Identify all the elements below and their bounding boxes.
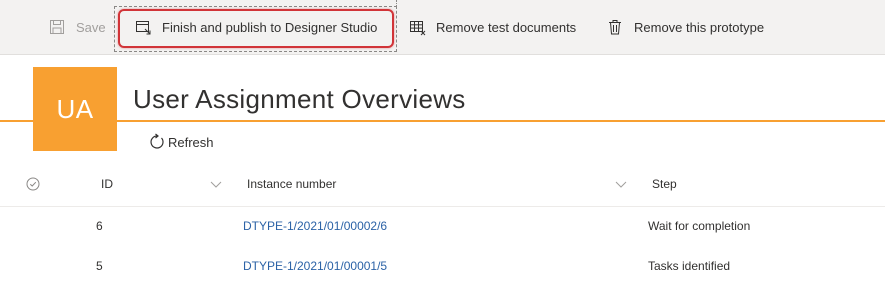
app-avatar: UA xyxy=(33,67,117,151)
header-accent-line xyxy=(0,120,885,122)
refresh-label: Refresh xyxy=(168,134,214,150)
command-bar: Save Finish and publish to Designer Stud… xyxy=(0,0,885,55)
column-header-step[interactable]: Step xyxy=(652,162,677,206)
refresh-button[interactable]: Refresh xyxy=(148,132,214,152)
remove-prototype-button[interactable]: Remove this prototype xyxy=(606,0,764,54)
row-step: Wait for completion xyxy=(648,219,751,233)
refresh-icon xyxy=(150,133,164,149)
finish-publish-label: Finish and publish to Designer Studio xyxy=(162,19,378,35)
remove-test-documents-button[interactable]: Remove test documents xyxy=(408,0,576,54)
check-circle-icon xyxy=(26,177,40,191)
remove-prototype-label: Remove this prototype xyxy=(634,19,765,35)
select-all-checkbox[interactable] xyxy=(26,162,40,206)
page-title: User Assignment Overviews xyxy=(133,84,466,114)
remove-test-documents-label: Remove test documents xyxy=(436,19,577,35)
column-header-instance-number[interactable]: Instance number xyxy=(247,162,336,206)
instance-link[interactable]: DTYPE-1/2021/01/00002/6 xyxy=(243,206,387,246)
row-id: 5 xyxy=(96,259,103,273)
row-id: 6 xyxy=(96,219,103,233)
table-row[interactable]: 6 DTYPE-1/2021/01/00002/6 Wait for compl… xyxy=(0,206,885,246)
trash-icon xyxy=(606,18,624,36)
save-label: Save xyxy=(76,19,106,35)
save-icon xyxy=(48,18,66,36)
chevron-down-icon[interactable] xyxy=(615,179,627,189)
table-remove-icon xyxy=(408,18,426,36)
table-row[interactable]: 5 DTYPE-1/2021/01/00001/5 Tasks identifi… xyxy=(0,246,885,286)
chevron-down-icon[interactable] xyxy=(210,179,222,189)
publish-icon xyxy=(134,18,152,36)
row-step: Tasks identified xyxy=(648,259,731,273)
instances-list: ID Instance number Step 6 DTYPE-1/2021/0… xyxy=(0,162,885,278)
instance-link[interactable]: DTYPE-1/2021/01/00001/5 xyxy=(243,246,387,286)
column-header-id[interactable]: ID xyxy=(101,162,113,206)
finish-publish-button[interactable]: Finish and publish to Designer Studio xyxy=(134,0,377,54)
list-header: ID Instance number Step xyxy=(0,162,885,207)
save-button[interactable]: Save xyxy=(48,0,106,54)
